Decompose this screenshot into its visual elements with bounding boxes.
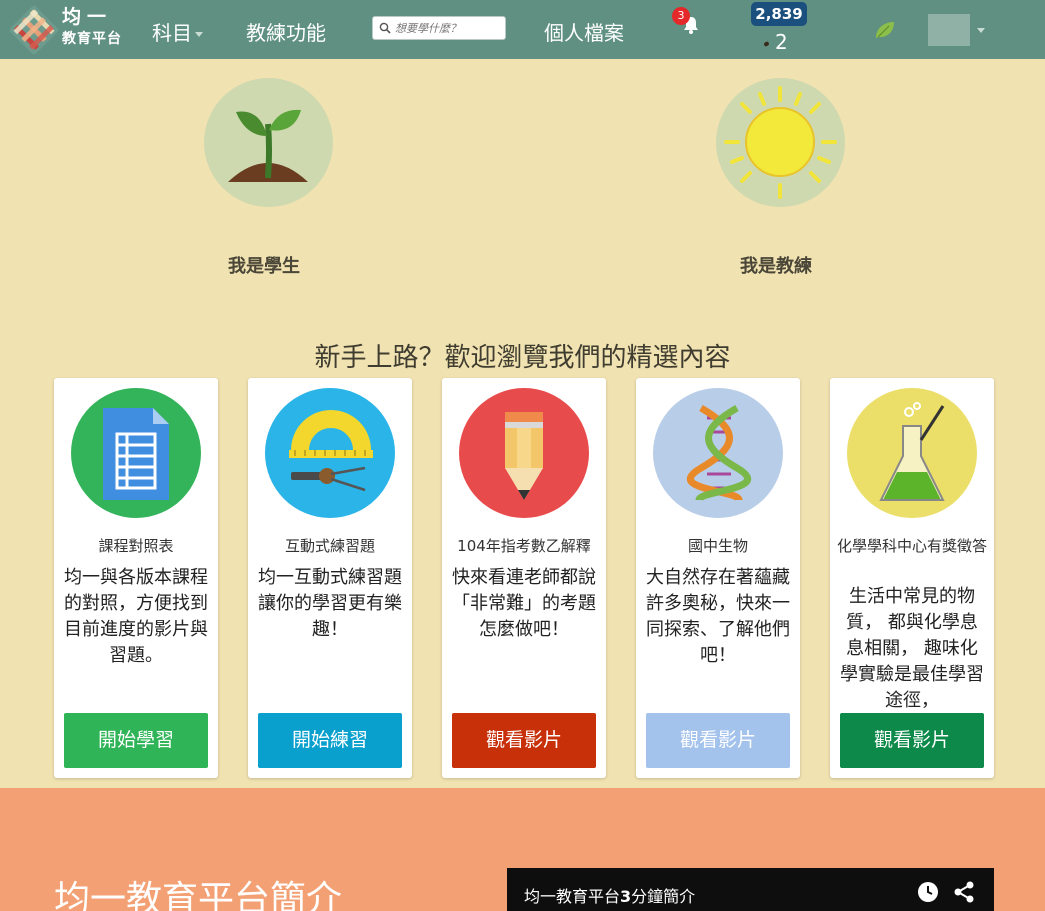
leaf-icon[interactable] [874, 20, 896, 40]
logo-line1: 均一 [62, 6, 113, 28]
featured-card-exercises: 互動式練習題 均一互動式練習題讓你的學習更有樂趣！ 開始練習 [248, 378, 412, 778]
card-title: 國中生物 [687, 537, 748, 555]
seed-counter[interactable]: 2 [763, 30, 788, 54]
intro-section: 均一教育平台簡介 均一教育平台3分鐘簡介 [0, 788, 1045, 911]
chevron-down-icon [195, 32, 203, 37]
top-nav: 均一 教育平台 科目 教練功能 個人檔案 3 2,839 2 [0, 0, 1045, 59]
card-icon-circle[interactable] [459, 388, 589, 518]
card-title: 課程對照表 [98, 537, 174, 555]
video-title[interactable]: 均一教育平台3分鐘簡介 [524, 883, 695, 907]
flask-icon [879, 402, 945, 501]
sprout-icon [228, 109, 308, 182]
avatar[interactable] [928, 14, 970, 46]
start-practice-button[interactable]: 開始練習 [258, 713, 402, 768]
featured-heading: 新手上路？歡迎瀏覽我們的精選內容 [314, 343, 731, 373]
card-description: 生活中常見的物質， 都與化學息息相關， 趣味化學實驗是最佳學習途徑， [840, 586, 984, 708]
ruler-compass-icon [289, 410, 373, 492]
card-title: 化學學科中心有獎徵答 [836, 537, 987, 555]
card-title: 互動式練習題 [284, 537, 375, 555]
card-description: 快來看連老師都說「非常難」的考題怎麼做吧！ [452, 567, 596, 640]
coach-role-label[interactable]: 我是教練 [740, 252, 812, 278]
intro-video-player[interactable]: 均一教育平台3分鐘簡介 [507, 868, 994, 911]
dna-icon [687, 404, 751, 502]
card-title: 104年指考數乙解釋 [457, 537, 591, 555]
pencil-icon [505, 412, 543, 500]
coach-features-link[interactable]: 教練功能 [246, 17, 326, 46]
card-description: 均一互動式練習題讓你的學習更有樂趣！ [258, 567, 402, 640]
video-title-suffix: 分鐘簡介 [631, 887, 696, 906]
search-icon [379, 22, 391, 34]
video-title-number: 3 [620, 887, 632, 906]
share-icon[interactable] [953, 881, 975, 903]
student-role-button[interactable] [204, 78, 333, 207]
subjects-label: 科目 [152, 21, 192, 45]
card-icon-circle[interactable] [71, 388, 201, 518]
intro-title: 均一教育平台簡介 [54, 879, 343, 911]
curriculum-document-icon [103, 408, 169, 500]
energy-points-badge[interactable]: 2,839 [751, 2, 807, 26]
watch-video-button[interactable]: 觀看影片 [840, 713, 984, 768]
watch-video-button[interactable]: 觀看影片 [646, 713, 790, 768]
featured-card-exam-104: 104年指考數乙解釋 快來看連老師都說「非常難」的考題怎麼做吧！ 觀看影片 [442, 378, 606, 778]
card-description: 大自然存在著蘊藏許多奧秘，快來一同探索、了解他們吧！ [646, 567, 790, 666]
card-icon-circle[interactable] [653, 388, 783, 518]
card-description: 均一與各版本課程的對照，方便找到目前進度的影片與習題。 [64, 567, 208, 666]
profile-link[interactable]: 個人檔案 [544, 17, 624, 46]
featured-card-chemistry: 化學學科中心有獎徵答 生活中常見的物質， 都與化學息息相關， 趣味化學實驗是最佳… [830, 378, 994, 778]
junyi-logo-icon[interactable] [10, 6, 58, 54]
featured-card-biology: 國中生物 大自然存在著蘊藏許多奧秘，快來一同探索、了解他們吧！ 觀看影片 [636, 378, 800, 778]
avatar-chevron-down-icon[interactable] [977, 28, 985, 33]
seed-count-value: 2 [775, 30, 788, 54]
card-icon-circle[interactable] [265, 388, 395, 518]
logo-line2: 教育平台 [62, 31, 122, 47]
card-icon-circle[interactable] [847, 388, 977, 518]
coach-role-button[interactable] [716, 78, 845, 207]
sun-icon [724, 86, 837, 199]
featured-card-curriculum: 課程對照表 均一與各版本課程的對照，方便找到目前進度的影片與習題。 開始學習 [54, 378, 218, 778]
start-learning-button[interactable]: 開始學習 [64, 713, 208, 768]
search-input[interactable] [395, 20, 501, 36]
video-title-prefix: 均一教育平台 [524, 887, 621, 906]
clock-icon[interactable] [917, 881, 939, 903]
logo-text[interactable]: 均一 教育平台 [62, 6, 122, 47]
notification-badge: 3 [672, 7, 690, 25]
watch-video-button[interactable]: 觀看影片 [452, 713, 596, 768]
seed-icon [763, 40, 770, 47]
subjects-menu[interactable]: 科目 [152, 17, 203, 46]
search-box[interactable] [372, 16, 506, 40]
student-role-label[interactable]: 我是學生 [228, 252, 300, 278]
